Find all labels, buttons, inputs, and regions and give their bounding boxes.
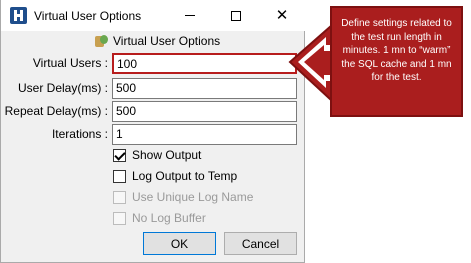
callout-box: Define settings related to the test run … — [330, 6, 463, 117]
callout-text: Define settings related to the test run … — [341, 18, 452, 83]
